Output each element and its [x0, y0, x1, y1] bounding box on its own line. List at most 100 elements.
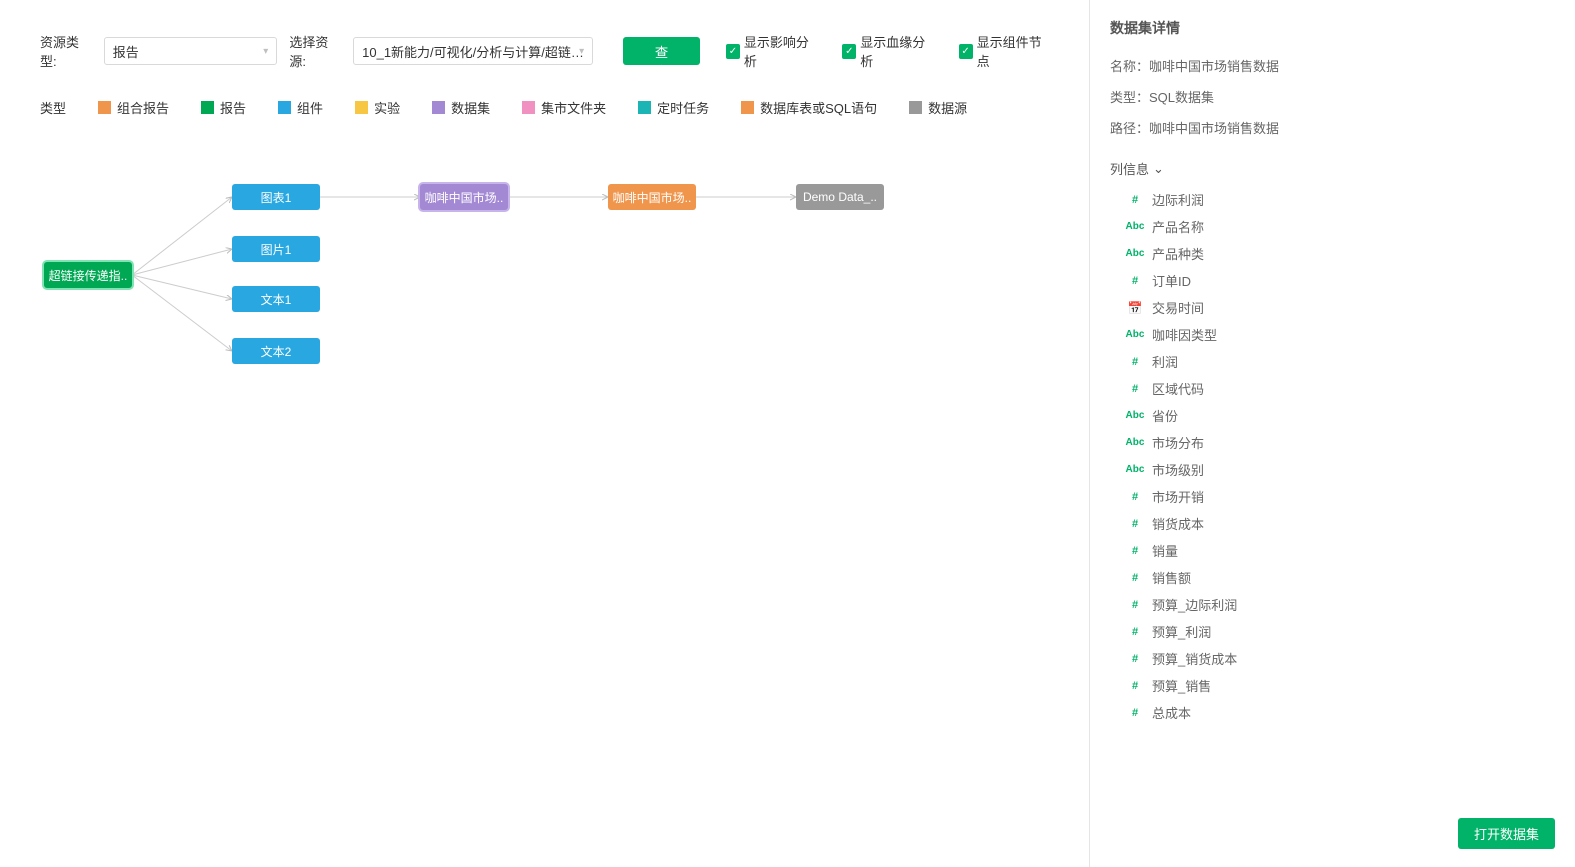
resource-type-label: 资源类型: [40, 32, 92, 70]
column-item: 产品种类 [1126, 240, 1555, 267]
column-name: 预算_销售 [1152, 676, 1211, 695]
detail-type-value: SQL数据集 [1149, 90, 1214, 105]
legend-item-label: 组合报告 [117, 98, 169, 117]
column-item: 区域代码 [1126, 375, 1555, 402]
date-type-icon [1126, 301, 1144, 315]
detail-name-label: 名称： [1110, 59, 1149, 74]
columns-header-label: 列信息 [1110, 159, 1149, 178]
legend-item-label: 数据源 [928, 98, 967, 117]
column-name: 预算_销货成本 [1152, 649, 1237, 668]
number-type-icon [1126, 572, 1144, 584]
number-type-icon [1126, 680, 1144, 692]
node-image1[interactable]: 图片1 [232, 236, 320, 262]
legend-swatch [278, 101, 291, 114]
legend-item: 组件 [278, 98, 323, 117]
chevron-down-icon: ▾ [263, 46, 268, 57]
check-icon: ✓ [842, 44, 856, 59]
legend-item-label: 数据库表或SQL语句 [760, 98, 877, 117]
node-sql[interactable]: 咖啡中国市场.. [608, 184, 696, 210]
column-name: 省份 [1152, 406, 1178, 425]
node-root-report[interactable]: 超链接传递指.. [44, 262, 132, 288]
column-name: 销货成本 [1152, 514, 1204, 533]
column-item: 市场级别 [1126, 456, 1555, 483]
chevron-down-icon: ▾ [579, 46, 584, 57]
legend-item: 实验 [355, 98, 400, 117]
check-icon: ✓ [959, 44, 973, 59]
legend-item-label: 报告 [220, 98, 246, 117]
column-name: 区域代码 [1152, 379, 1204, 398]
column-item: 销售额 [1126, 564, 1555, 591]
show-lineage-label: 显示血缘分析 [860, 32, 932, 70]
show-lineage-checkbox[interactable]: ✓ 显示血缘分析 [842, 32, 932, 70]
select-resource-value: 10_1新能力/可视化/分析与计算/超链接传递 [362, 42, 584, 61]
column-item: 省份 [1126, 402, 1555, 429]
main-area: 资源类型: 报告 ▾ 选择资源: 10_1新能力/可视化/分析与计算/超链接传递… [0, 0, 1090, 867]
detail-path-value: 咖啡中国市场销售数据 [1149, 121, 1279, 136]
column-name: 市场分布 [1152, 433, 1204, 452]
column-name: 总成本 [1152, 703, 1191, 722]
legend-item: 集市文件夹 [522, 98, 606, 117]
text-type-icon [1126, 221, 1144, 232]
legend-item: 报告 [201, 98, 246, 117]
show-components-checkbox[interactable]: ✓ 显示组件节点 [959, 32, 1049, 70]
check-icon: ✓ [726, 44, 740, 59]
text-type-icon [1126, 437, 1144, 448]
node-text1[interactable]: 文本1 [232, 286, 320, 312]
legend-swatch [98, 101, 111, 114]
column-name: 边际利润 [1152, 190, 1204, 209]
graph-canvas[interactable]: 超链接传递指.. 图表1 图片1 文本1 文本2 咖啡中国市场.. 咖啡中国市场… [40, 127, 1077, 855]
legend-item-label: 定时任务 [657, 98, 709, 117]
detail-panel: 数据集详情 名称：咖啡中国市场销售数据 类型：SQL数据集 路径：咖啡中国市场销… [1090, 0, 1575, 867]
resource-type-select[interactable]: 报告 ▾ [104, 37, 278, 65]
graph-edges [40, 127, 1077, 855]
query-button[interactable]: 查询 [623, 37, 700, 65]
column-item: 预算_边际利润 [1126, 591, 1555, 618]
legend-swatch [522, 101, 535, 114]
columns-toggle[interactable]: 列信息 ⌄ [1110, 159, 1555, 178]
column-name: 订单ID [1152, 271, 1191, 290]
column-name: 预算_边际利润 [1152, 595, 1237, 614]
number-type-icon [1126, 653, 1144, 665]
number-type-icon [1126, 194, 1144, 206]
detail-type-row: 类型：SQL数据集 [1110, 87, 1555, 106]
legend-swatch [201, 101, 214, 114]
node-source[interactable]: Demo Data_.. [796, 184, 884, 210]
column-name: 交易时间 [1152, 298, 1204, 317]
column-item: 市场分布 [1126, 429, 1555, 456]
legend-item: 数据集 [432, 98, 490, 117]
toolbar: 资源类型: 报告 ▾ 选择资源: 10_1新能力/可视化/分析与计算/超链接传递… [0, 22, 1089, 80]
select-resource-select[interactable]: 10_1新能力/可视化/分析与计算/超链接传递 ▾ [353, 37, 593, 65]
column-name: 产品名称 [1152, 217, 1204, 236]
number-type-icon [1126, 383, 1144, 395]
detail-type-label: 类型： [1110, 90, 1149, 105]
legend-item-label: 组件 [297, 98, 323, 117]
column-item: 预算_利润 [1126, 618, 1555, 645]
column-item: 咖啡因类型 [1126, 321, 1555, 348]
number-type-icon [1126, 518, 1144, 530]
open-dataset-button[interactable]: 打开数据集 [1458, 818, 1555, 849]
column-name: 市场开销 [1152, 487, 1204, 506]
column-item: 边际利润 [1126, 186, 1555, 213]
node-text2[interactable]: 文本2 [232, 338, 320, 364]
node-chart1[interactable]: 图表1 [232, 184, 320, 210]
legend-swatch [432, 101, 445, 114]
show-components-label: 显示组件节点 [977, 32, 1049, 70]
text-type-icon [1126, 248, 1144, 259]
column-item: 产品名称 [1126, 213, 1555, 240]
column-item: 订单ID [1126, 267, 1555, 294]
column-name: 咖啡因类型 [1152, 325, 1217, 344]
column-item: 销货成本 [1126, 510, 1555, 537]
columns-list: 边际利润产品名称产品种类订单ID交易时间咖啡因类型利润区域代码省份市场分布市场级… [1110, 186, 1555, 726]
number-type-icon [1126, 275, 1144, 287]
chevron-down-icon: ⌄ [1153, 161, 1164, 177]
legend-item: 定时任务 [638, 98, 709, 117]
show-impact-label: 显示影响分析 [744, 32, 816, 70]
text-type-icon [1126, 329, 1144, 340]
node-dataset[interactable]: 咖啡中国市场.. [420, 184, 508, 210]
legend-type-label: 类型 [40, 98, 66, 117]
number-type-icon [1126, 599, 1144, 611]
detail-name-row: 名称：咖啡中国市场销售数据 [1110, 56, 1555, 75]
legend-swatch [355, 101, 368, 114]
show-impact-checkbox[interactable]: ✓ 显示影响分析 [726, 32, 816, 70]
column-name: 市场级别 [1152, 460, 1204, 479]
